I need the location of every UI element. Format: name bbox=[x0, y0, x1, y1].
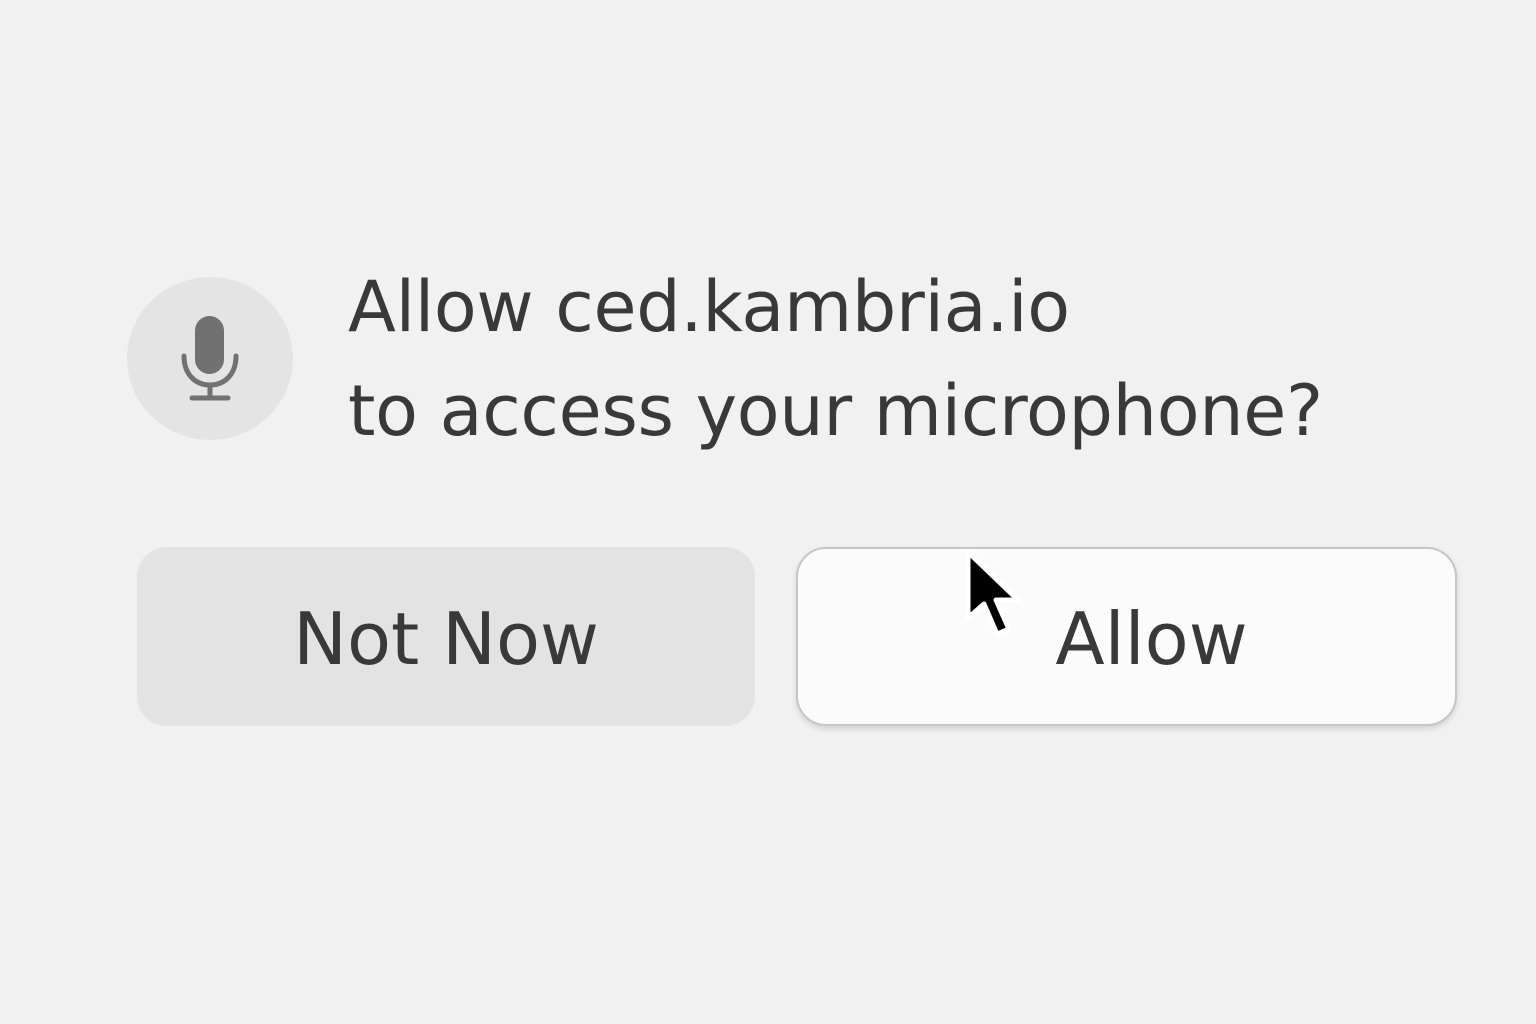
microphone-icon-badge bbox=[127, 277, 293, 440]
not-now-label: Not Now bbox=[293, 596, 599, 681]
prompt-title: Allow ced.kambria.io bbox=[348, 266, 1070, 348]
permission-prompt: Allow ced.kambria.io to access your micr… bbox=[0, 0, 1536, 1024]
allow-button[interactable]: Allow bbox=[796, 547, 1457, 726]
allow-label: Allow bbox=[1055, 596, 1248, 681]
not-now-button[interactable]: Not Now bbox=[137, 547, 755, 726]
mouse-cursor-icon bbox=[965, 549, 1021, 637]
microphone-icon bbox=[181, 315, 239, 400]
prompt-subtitle: to access your microphone? bbox=[348, 370, 1323, 452]
